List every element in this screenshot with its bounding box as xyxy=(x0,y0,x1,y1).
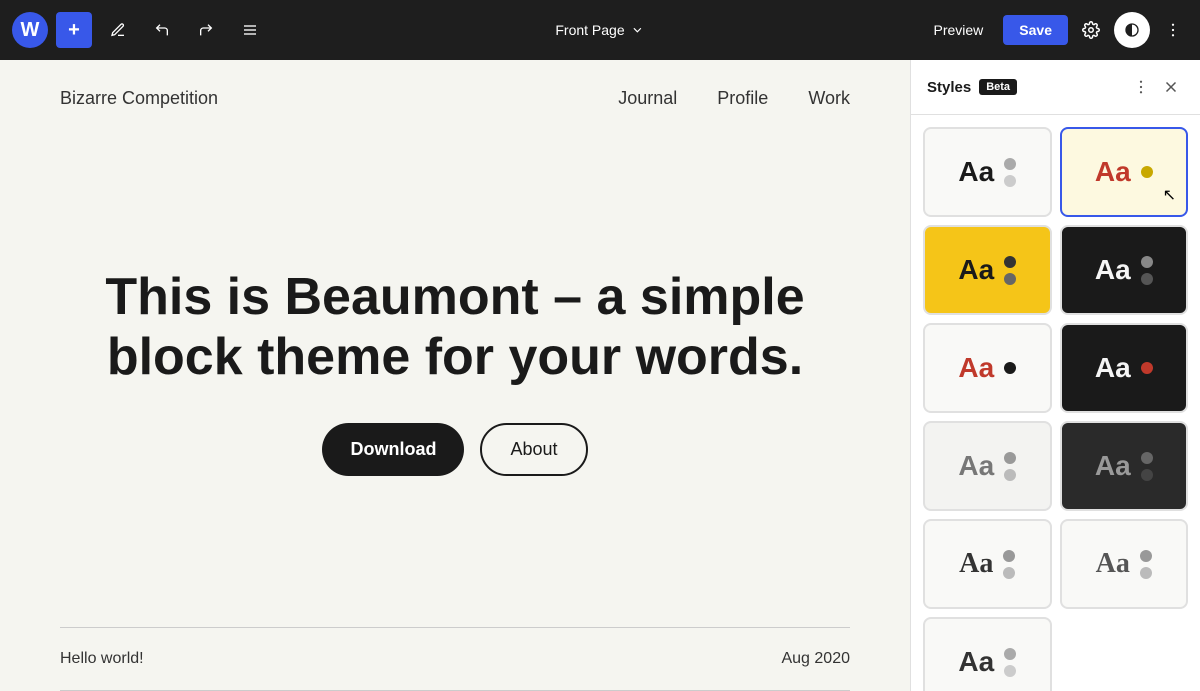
page-title-button[interactable]: Front Page xyxy=(545,16,654,44)
panel-more-button[interactable] xyxy=(1128,74,1154,100)
toolbar: W + Front Page Preview Save xyxy=(0,0,1200,60)
nav-item-work[interactable]: Work xyxy=(808,88,850,109)
style-card-dark-orange[interactable]: Aa xyxy=(1060,323,1189,413)
canvas: Bizarre Competition Journal Profile Work… xyxy=(0,60,910,691)
edit-tools-button[interactable] xyxy=(100,12,136,48)
post-divider-top xyxy=(60,627,850,628)
style-card-light2[interactable]: Aa xyxy=(923,421,1052,511)
add-block-button[interactable]: + xyxy=(56,12,92,48)
download-button[interactable]: Download xyxy=(322,423,464,476)
style-card-default[interactable]: Aa xyxy=(923,127,1052,217)
preview-button[interactable]: Preview xyxy=(922,16,996,44)
beta-badge: Beta xyxy=(979,79,1017,95)
save-button[interactable]: Save xyxy=(1003,15,1068,45)
site-title: Bizarre Competition xyxy=(60,88,218,109)
more-options-button[interactable] xyxy=(1158,15,1188,45)
settings-button[interactable] xyxy=(1076,15,1106,45)
hero-title: This is Beaumont – a simple block theme … xyxy=(95,268,815,388)
toolbar-right: Preview Save xyxy=(922,12,1189,48)
post-row[interactable]: Hello world! Aug 2020 xyxy=(60,642,850,676)
site-nav: Journal Profile Work xyxy=(618,88,850,109)
styles-grid: AaAa↖AaAaAaAaAaAaAaAaAa xyxy=(911,115,1200,691)
hero-section: This is Beaumont – a simple block theme … xyxy=(0,137,910,607)
post-date: Aug 2020 xyxy=(781,650,850,668)
panel-close-button[interactable] xyxy=(1158,74,1184,100)
undo-button[interactable] xyxy=(144,12,180,48)
list-view-button[interactable] xyxy=(232,12,268,48)
main-area: Bizarre Competition Journal Profile Work… xyxy=(0,60,1200,691)
about-button[interactable]: About xyxy=(480,423,587,476)
wp-logo-icon[interactable]: W xyxy=(12,12,48,48)
style-card-red-black[interactable]: Aa xyxy=(923,323,1052,413)
posts-section: Hello world! Aug 2020 xyxy=(0,627,910,691)
contrast-toggle-button[interactable] xyxy=(1114,12,1150,48)
panel-header-right xyxy=(1128,74,1184,100)
site-header: Bizarre Competition Journal Profile Work xyxy=(0,60,910,137)
style-card-yellow[interactable]: Aa xyxy=(923,225,1052,315)
panel-header: Styles Beta xyxy=(911,60,1200,115)
style-card-serif1[interactable]: Aa xyxy=(923,519,1052,609)
style-card-dark2[interactable]: Aa xyxy=(1060,421,1189,511)
post-title: Hello world! xyxy=(60,650,144,668)
panel-title: Styles xyxy=(927,79,971,96)
page-title-text: Front Page xyxy=(555,22,624,38)
panel-header-left: Styles Beta xyxy=(927,79,1017,96)
nav-item-profile[interactable]: Profile xyxy=(717,88,768,109)
style-card-dark1[interactable]: Aa xyxy=(1060,225,1189,315)
redo-button[interactable] xyxy=(188,12,224,48)
styles-panel: Styles Beta AaAa↖AaAaAaAaAaAaAaAaAa xyxy=(910,60,1200,691)
style-card-yellow-accent[interactable]: Aa↖ xyxy=(1060,127,1189,217)
style-card-serif2[interactable]: Aa xyxy=(1060,519,1189,609)
nav-item-journal[interactable]: Journal xyxy=(618,88,677,109)
style-card-bottom[interactable]: Aa xyxy=(923,617,1052,691)
page-title-area: Front Page xyxy=(545,16,654,44)
hero-buttons: Download About xyxy=(322,423,587,476)
